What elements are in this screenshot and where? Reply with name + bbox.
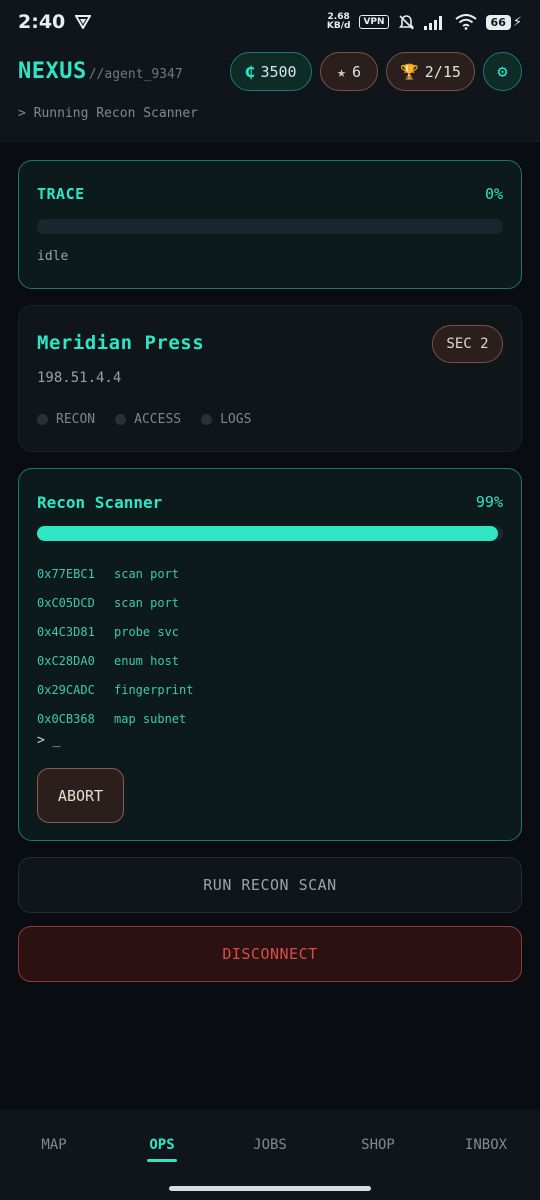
log-message: scan port bbox=[114, 566, 180, 581]
scanner-progress-fill bbox=[37, 526, 499, 541]
battery-level: 66 bbox=[485, 14, 511, 30]
step-recon: RECON bbox=[37, 412, 95, 427]
home-indicator[interactable] bbox=[169, 1186, 371, 1191]
vpn-shield-icon bbox=[75, 15, 92, 29]
step-label: LOGS bbox=[220, 412, 252, 427]
status-line: > Running Recon Scanner bbox=[18, 106, 199, 121]
log-line: 0x29CADC fingerprint bbox=[37, 675, 193, 704]
scanner-card: Recon Scanner 99% 0x77EBC1 scan port 0xC… bbox=[18, 468, 522, 841]
gear-icon: ⚙ bbox=[497, 61, 508, 82]
terminal-prompt: > _ bbox=[37, 733, 61, 748]
trace-card: TRACE 0% idle bbox=[18, 160, 522, 289]
log-message: scan port bbox=[114, 595, 180, 610]
bottom-nav: MAP OPS JOBS SHOP INBOX bbox=[0, 1110, 540, 1180]
credits-value: 3500 bbox=[260, 62, 297, 81]
scanner-title: Recon Scanner bbox=[37, 493, 163, 512]
log-line: 0x77EBC1 scan port bbox=[37, 559, 193, 588]
target-card[interactable]: Meridian Press SEC 2 198.51.4.4 RECON AC… bbox=[18, 305, 522, 452]
log-line: 0xC05DCD scan port bbox=[37, 588, 193, 617]
nav-item-shop[interactable]: SHOP bbox=[324, 1110, 432, 1180]
nav-item-inbox[interactable]: INBOX bbox=[432, 1110, 540, 1180]
nav-item-jobs[interactable]: JOBS bbox=[216, 1110, 324, 1180]
reputation-pill[interactable]: ★ 6 bbox=[320, 52, 378, 91]
log-line: 0x4C3D81 probe svc bbox=[37, 617, 193, 646]
scanner-progress-bar bbox=[37, 526, 503, 541]
target-steps: RECON ACCESS LOGS bbox=[37, 412, 251, 427]
target-ip: 198.51.4.4 bbox=[37, 370, 122, 386]
trace-title: TRACE bbox=[37, 185, 85, 203]
log-address: 0xC28DA0 bbox=[37, 653, 95, 668]
log-address: 0x29CADC bbox=[37, 682, 95, 697]
log-address: 0x77EBC1 bbox=[37, 566, 95, 581]
star-icon: ★ bbox=[336, 62, 346, 81]
nav-label: MAP bbox=[41, 1137, 67, 1153]
net-speed: 2.68 KB/d bbox=[326, 12, 351, 31]
step-label: RECON bbox=[56, 412, 96, 427]
step-dot-icon bbox=[115, 414, 127, 425]
trophy-icon: 🏆 bbox=[400, 62, 419, 81]
log-address: 0x0CB368 bbox=[37, 711, 95, 726]
trophies-pill[interactable]: 🏆 2/15 bbox=[386, 52, 475, 91]
nav-label: SHOP bbox=[361, 1137, 395, 1153]
trace-status: idle bbox=[37, 249, 69, 264]
nav-label: INBOX bbox=[464, 1137, 508, 1153]
status-bar: 2:40 2.68 KB/d VPN 66 ⚡ bbox=[0, 0, 540, 44]
nav-item-map[interactable]: MAP bbox=[0, 1110, 108, 1180]
run-recon-scan-button[interactable]: RUN RECON SCAN bbox=[18, 857, 522, 913]
log-message: map subnet bbox=[114, 711, 187, 726]
active-tab-indicator bbox=[147, 1159, 177, 1162]
nav-item-ops[interactable]: OPS bbox=[108, 1110, 216, 1180]
step-logs: LOGS bbox=[201, 412, 251, 427]
step-dot-icon bbox=[201, 414, 213, 425]
step-access: ACCESS bbox=[115, 412, 181, 427]
battery-indicator: 66 ⚡ bbox=[485, 14, 522, 30]
signal-icon bbox=[423, 15, 442, 30]
step-label: ACCESS bbox=[134, 412, 182, 427]
header-pills: ₵ 3500 ★ 6 🏆 2/15 ⚙ bbox=[230, 52, 522, 91]
brand: NEXUS //agent_9347 bbox=[18, 59, 183, 84]
gesture-area bbox=[0, 1180, 540, 1200]
app-header: NEXUS //agent_9347 ₵ 3500 ★ 6 🏆 2/15 ⚙ >… bbox=[0, 44, 540, 142]
wifi-icon bbox=[454, 14, 477, 30]
trace-percent: 0% bbox=[484, 185, 503, 203]
trace-progress-bar bbox=[37, 219, 503, 234]
step-dot-icon bbox=[37, 414, 48, 425]
scan-log: 0x77EBC1 scan port 0xC05DCD scan port 0x… bbox=[37, 559, 193, 733]
log-message: probe svc bbox=[114, 624, 180, 639]
reputation-value: 6 bbox=[352, 62, 362, 81]
credits-pill[interactable]: ₵ 3500 bbox=[230, 52, 312, 91]
target-name: Meridian Press bbox=[37, 332, 205, 354]
nav-label: OPS bbox=[149, 1137, 175, 1153]
log-message: enum host bbox=[114, 653, 180, 668]
trophies-value: 2/15 bbox=[424, 62, 461, 81]
credits-icon: ₵ bbox=[245, 62, 255, 81]
log-line: 0xC28DA0 enum host bbox=[37, 646, 193, 675]
log-message: fingerprint bbox=[114, 682, 194, 697]
status-time: 2:40 bbox=[18, 11, 66, 33]
vpn-badge: VPN bbox=[359, 15, 389, 29]
log-address: 0x4C3D81 bbox=[37, 624, 95, 639]
nav-label: JOBS bbox=[253, 1137, 287, 1153]
log-address: 0xC05DCD bbox=[37, 595, 95, 610]
charging-bolt-icon: ⚡ bbox=[512, 14, 522, 30]
log-line: 0x0CB368 map subnet bbox=[37, 704, 193, 733]
abort-button[interactable]: ABORT bbox=[37, 768, 124, 823]
settings-button[interactable]: ⚙ bbox=[483, 52, 522, 91]
security-badge: SEC 2 bbox=[432, 325, 503, 363]
brand-name: NEXUS bbox=[18, 59, 87, 84]
bell-off-icon bbox=[398, 14, 414, 30]
agent-id: //agent_9347 bbox=[88, 67, 183, 82]
scanner-percent: 99% bbox=[475, 493, 503, 511]
disconnect-button[interactable]: DISCONNECT bbox=[18, 926, 522, 982]
